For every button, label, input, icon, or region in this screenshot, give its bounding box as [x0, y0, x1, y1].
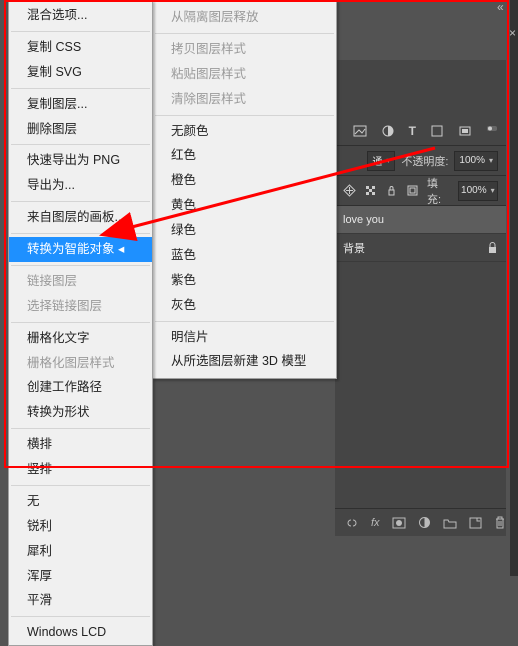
menu-item: 从隔离图层释放 — [153, 5, 336, 30]
menu-item[interactable]: 黄色 — [153, 193, 336, 218]
menu-item[interactable]: 平滑 — [9, 588, 152, 613]
submenu-arrow-icon: ◂ — [115, 242, 125, 256]
menu-separator — [11, 88, 150, 89]
new-layer-icon[interactable] — [469, 517, 482, 529]
menu-item[interactable]: 竖排 — [9, 457, 152, 482]
layers-list: love you 背景 — [335, 206, 506, 262]
menu-item[interactable]: 来自图层的画板... — [9, 205, 152, 230]
filter-smart-icon[interactable] — [458, 124, 472, 138]
menu-item[interactable]: 红色 — [153, 143, 336, 168]
trash-icon[interactable] — [494, 516, 506, 529]
menu-item[interactable]: 横排 — [9, 432, 152, 457]
menu-separator — [11, 265, 150, 266]
lock-pixels-icon[interactable] — [364, 184, 377, 197]
menu-separator — [11, 201, 150, 202]
menu-item: 清除图层样式 — [153, 87, 336, 112]
menu-item[interactable]: 转换为形状 — [9, 400, 152, 425]
filter-adjust-icon[interactable] — [381, 124, 395, 138]
filter-shape-icon[interactable] — [430, 124, 444, 138]
menu-item[interactable]: 栅格化文字 — [9, 326, 152, 351]
menu-item[interactable]: 复制 SVG — [9, 60, 152, 85]
menu-item[interactable]: 蓝色 — [153, 243, 336, 268]
menu-item[interactable]: 无颜色 — [153, 119, 336, 144]
lock-fill-row: 填充: 100%▾ — [335, 176, 506, 206]
menu-item[interactable]: 无 — [9, 489, 152, 514]
menu-item[interactable]: 创建工作路径 — [9, 375, 152, 400]
context-submenu: 从隔离图层释放拷贝图层样式粘贴图层样式清除图层样式无颜色红色橙色黄色绿色蓝色紫色… — [152, 0, 337, 379]
opacity-label: 不透明度: — [401, 153, 448, 169]
menu-item: 粘贴图层样式 — [153, 62, 336, 87]
menu-item[interactable]: Windows LCD — [9, 620, 152, 645]
fill-value-select[interactable]: 100%▾ — [458, 181, 498, 201]
group-icon[interactable] — [443, 517, 457, 529]
layer-name: 背景 — [343, 240, 365, 256]
menu-item[interactable]: 犀利 — [9, 539, 152, 564]
menu-item: 拷贝图层样式 — [153, 37, 336, 62]
layer-row[interactable]: love you — [335, 206, 506, 234]
menu-item[interactable]: 复制图层... — [9, 92, 152, 117]
menu-separator — [11, 233, 150, 234]
filter-toggle-icon[interactable] — [486, 124, 498, 138]
menu-item: 栅格化图层样式 — [9, 351, 152, 376]
menu-separator — [11, 322, 150, 323]
layer-filter-row: T — [335, 116, 506, 146]
close-icon[interactable]: × — [509, 26, 516, 40]
panel-collapse-arrows[interactable]: « × — [497, 0, 514, 14]
menu-item: 选择链接图层 — [9, 294, 152, 319]
fx-icon[interactable]: fx — [371, 517, 380, 529]
menu-item[interactable]: 锐利 — [9, 514, 152, 539]
filter-text-icon[interactable]: T — [409, 124, 416, 138]
fill-label: 填充: — [427, 175, 450, 207]
blend-opacity-row: 通▾ 不透明度: 100%▾ — [335, 146, 506, 176]
menu-separator — [155, 33, 334, 34]
menu-item[interactable]: 复制 CSS — [9, 35, 152, 60]
menu-item[interactable]: 橙色 — [153, 168, 336, 193]
menu-item[interactable]: 从所选图层新建 3D 模型 — [153, 349, 336, 374]
right-edge-strip — [510, 0, 518, 576]
layers-bottom-bar: fx — [335, 508, 506, 536]
lock-icon — [487, 242, 498, 254]
blend-mode-select[interactable]: 通▾ — [367, 151, 395, 171]
menu-item[interactable]: 删除图层 — [9, 117, 152, 142]
context-menu: 混合选项... 复制 CSS复制 SVG 复制图层...删除图层快速导出为 PNG导… — [8, 0, 153, 646]
adjustment-icon[interactable] — [418, 516, 431, 529]
lock-position-icon[interactable] — [385, 184, 398, 197]
menu-item[interactable]: 灰色 — [153, 293, 336, 318]
menu-item[interactable]: 导出为... — [9, 173, 152, 198]
menu-item[interactable]: 转换为智能对象 ◂ — [9, 237, 152, 262]
menu-separator — [155, 115, 334, 116]
layer-name: love you — [343, 214, 384, 226]
menu-item[interactable]: 紫色 — [153, 268, 336, 293]
lock-artboard-icon[interactable] — [406, 184, 419, 197]
lock-move-icon[interactable] — [343, 184, 356, 197]
layer-row[interactable]: 背景 — [335, 234, 506, 262]
mask-icon[interactable] — [392, 517, 406, 529]
menu-item[interactable]: 绿色 — [153, 218, 336, 243]
menu-item[interactable]: 快速导出为 PNG — [9, 148, 152, 173]
link-icon[interactable] — [345, 517, 359, 529]
menu-item: 链接图层 — [9, 269, 152, 294]
menu-separator — [11, 144, 150, 145]
menu-item[interactable]: 混合选项... — [9, 3, 152, 28]
filter-image-icon[interactable] — [353, 124, 367, 138]
layers-panel: « × T 通▾ 不透明度: 100%▾ 填充: 100%▾ love you … — [335, 60, 506, 536]
opacity-value-select[interactable]: 100%▾ — [454, 151, 498, 171]
menu-separator — [155, 321, 334, 322]
menu-separator — [11, 485, 150, 486]
menu-separator — [11, 616, 150, 617]
menu-separator — [11, 428, 150, 429]
menu-item[interactable]: 明信片 — [153, 325, 336, 350]
menu-separator — [11, 31, 150, 32]
